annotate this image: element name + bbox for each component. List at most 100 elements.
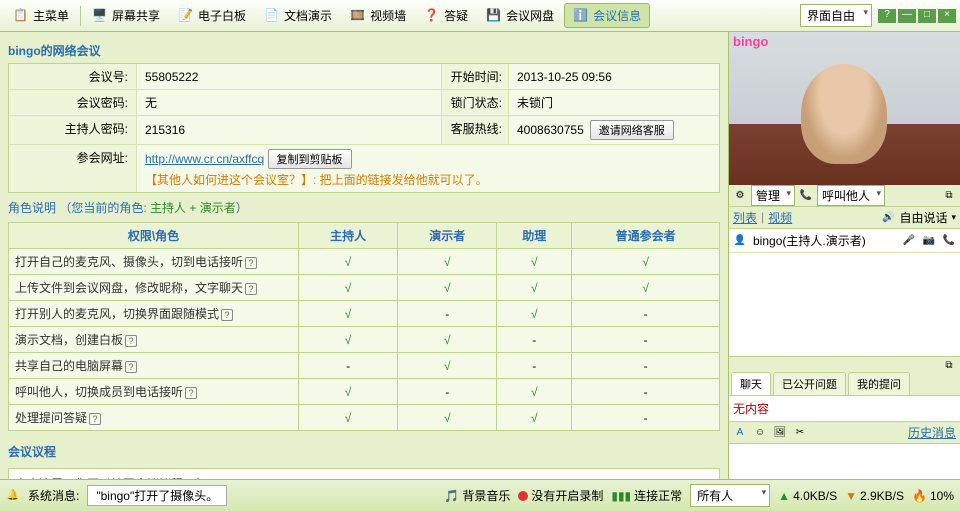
meeting-url-link[interactable]: http://www.cr.cn/axffcq (145, 152, 264, 166)
label-hotline: 客服热线: (441, 116, 509, 144)
chat-target-dropdown[interactable]: 所有人 (690, 484, 770, 507)
capture-icon[interactable]: ✂ (793, 426, 807, 440)
label-start: 开始时间: (441, 64, 509, 89)
perm-cell: √ (299, 327, 398, 353)
main-toolbar: 📋主菜单 🖥️屏幕共享 📝电子白板 📄文档演示 🎞️视频墙 ❓答疑 💾会议网盘 … (0, 0, 960, 32)
help-icon[interactable]: ? (245, 257, 257, 269)
permissions-table: 权限\角色主持人演示者助理普通参会者 打开自己的麦克风、摄像头，切到电话接听?√… (8, 222, 720, 431)
role-description: 角色说明 （您当前的角色: 主持人 + 演示者） (8, 193, 720, 222)
menu-main[interactable]: 📋主菜单 (5, 4, 77, 27)
cam-icon[interactable]: 📷 (922, 233, 936, 247)
sys-message: "bingo"打开了摄像头。 (87, 485, 227, 506)
perm-row: 共享自己的电脑屏幕?-√-- (9, 353, 720, 379)
chat-tab-chat[interactable]: 聊天 (731, 372, 771, 395)
perm-row: 呼叫他人，切换成员到电话接听?√-√- (9, 379, 720, 405)
tab-list[interactable]: 列表 (733, 209, 757, 226)
videowall-icon: 🎞️ (350, 8, 366, 24)
chat-input[interactable] (729, 443, 960, 479)
perm-name: 共享自己的电脑屏幕? (9, 353, 299, 379)
label-url: 参会网址: (9, 145, 137, 192)
perm-cell: - (398, 301, 497, 327)
invite-service-button[interactable]: 邀请网络客服 (590, 120, 674, 140)
perm-cell: - (497, 353, 572, 379)
value-start: 2013-10-25 09:56 (509, 64, 719, 89)
copy-url-button[interactable]: 复制到剪贴板 (268, 149, 352, 169)
label-pwd: 会议密码: (9, 90, 137, 115)
menu-icon: 📋 (13, 8, 29, 24)
perm-row: 演示文档，创建白板?√√-- (9, 327, 720, 353)
mic-icon[interactable]: 🎤 (902, 233, 916, 247)
maximize-button[interactable]: □ (918, 9, 936, 23)
cpu-usage: 🔥10% (912, 489, 954, 503)
image-icon[interactable]: 🖼 (773, 426, 787, 440)
perm-cell: √ (497, 379, 572, 405)
video-panel: bingo (729, 32, 960, 185)
help-icon[interactable]: ? (185, 387, 197, 399)
help-icon[interactable]: ? (221, 309, 233, 321)
perm-cell: - (572, 301, 720, 327)
sys-label: 系统消息: (28, 487, 79, 504)
chat-tab-mine[interactable]: 我的提问 (848, 372, 910, 395)
menu-videowall[interactable]: 🎞️视频墙 (342, 4, 414, 27)
video-username: bingo (733, 34, 768, 49)
chat-popout-icon[interactable]: ⧉ (942, 359, 956, 373)
help-button[interactable]: ? (878, 9, 896, 23)
value-hostpwd: 215316 (137, 116, 441, 144)
perm-name: 上传文件到会议网盘，修改昵称，文字聊天? (9, 275, 299, 301)
menu-screenshare[interactable]: 🖥️屏幕共享 (84, 4, 168, 27)
flame-icon: 🔥 (912, 489, 927, 503)
minimize-button[interactable]: — (898, 9, 916, 23)
user-icon: 👤 (733, 233, 747, 247)
down-icon: ▼ (845, 489, 857, 503)
disk-icon: 💾 (486, 8, 502, 24)
chat-tab-public[interactable]: 已公开问题 (773, 372, 846, 395)
download-speed: ▼2.9KB/S (845, 489, 904, 503)
menu-docpresent[interactable]: 📄文档演示 (256, 4, 340, 27)
label-hostpwd: 主持人密码: (9, 116, 137, 144)
call-icon[interactable]: 📞 (942, 233, 956, 247)
perm-cell: √ (497, 249, 572, 275)
chat-messages: 无内容 (729, 396, 960, 421)
sys-icon: 🔔 (6, 489, 20, 503)
perm-name: 呼叫他人，切换成员到电话接听? (9, 379, 299, 405)
tab-video[interactable]: 视频 (768, 209, 792, 226)
bgm-status[interactable]: 🎵背景音乐 (444, 487, 510, 504)
qa-icon: ❓ (424, 8, 440, 24)
value-lock: 未锁门 (509, 90, 719, 115)
up-icon: ▲ (778, 489, 790, 503)
popout-icon[interactable]: ⧉ (942, 188, 956, 202)
menu-netdisk[interactable]: 💾会议网盘 (478, 4, 562, 27)
perm-header: 助理 (497, 223, 572, 249)
perm-cell: √ (398, 405, 497, 431)
status-bar: 🔔 系统消息: "bingo"打开了摄像头。 🎵背景音乐 没有开启录制 ▮▮▮连… (0, 479, 960, 511)
record-status[interactable]: 没有开启录制 (518, 487, 603, 504)
perm-cell: - (572, 405, 720, 431)
perm-cell: √ (299, 379, 398, 405)
help-icon[interactable]: ? (125, 335, 137, 347)
meeting-info-grid: 会议号: 55805222 开始时间: 2013-10-25 09:56 会议密… (8, 63, 720, 193)
chat-history-link[interactable]: 历史消息 (908, 424, 956, 441)
menu-whiteboard[interactable]: 📝电子白板 (170, 4, 254, 27)
meeting-section-title: bingo的网络会议 (8, 38, 720, 63)
agenda-editor[interactable]: 点击这里，您可以编写会议议程，如:1. 09:00-10:00 xxx2. 10… (8, 468, 720, 479)
call-dropdown[interactable]: 呼叫他人 (817, 185, 885, 206)
menu-meetinginfo[interactable]: ℹ️会议信息 (564, 3, 650, 28)
participant-row[interactable]: 👤 bingo(主持人.演示者) 🎤 📷 📞 (729, 229, 960, 253)
perm-cell: √ (299, 249, 398, 275)
help-icon[interactable]: ? (125, 361, 137, 373)
perm-cell: √ (398, 275, 497, 301)
font-icon[interactable]: A (733, 426, 747, 440)
emoji-icon[interactable]: ☺ (753, 426, 767, 440)
value-hotline: 4008630755邀请网络客服 (509, 116, 719, 144)
close-button[interactable]: × (938, 9, 956, 23)
speaker-icon: 🔊 (881, 210, 895, 224)
help-icon[interactable]: ? (89, 413, 101, 425)
value-meeting-id: 55805222 (137, 64, 441, 89)
label-meeting-id: 会议号: (9, 64, 137, 89)
manage-dropdown[interactable]: 管理 (751, 185, 795, 206)
perm-cell: √ (398, 327, 497, 353)
perm-name: 打开自己的麦克风、摄像头，切到电话接听? (9, 249, 299, 275)
menu-qa[interactable]: ❓答疑 (416, 4, 476, 27)
help-icon[interactable]: ? (245, 283, 257, 295)
layout-dropdown[interactable]: 界面自由 (800, 4, 872, 27)
